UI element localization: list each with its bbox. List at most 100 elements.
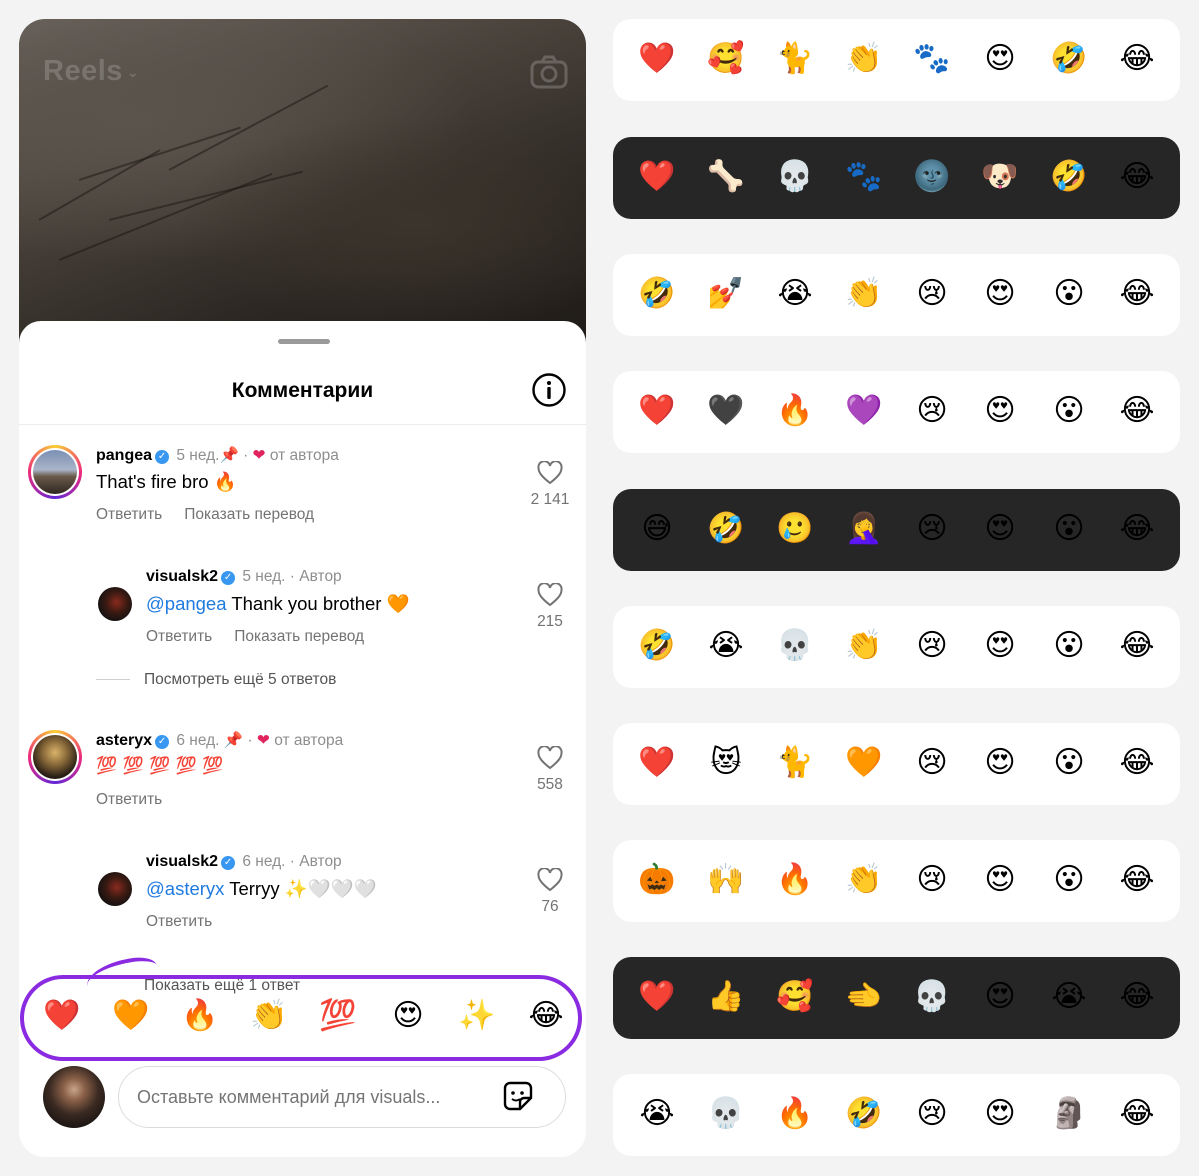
info-icon[interactable] xyxy=(531,372,567,408)
reaction-emoji[interactable]: 🥰 xyxy=(773,977,817,1017)
reaction-emoji[interactable]: 🫲 xyxy=(842,977,886,1017)
reaction-emoji[interactable]: 😢 xyxy=(910,1094,954,1134)
like-button[interactable]: 76 xyxy=(520,868,580,916)
like-button[interactable]: 215 xyxy=(520,583,580,631)
reaction-emoji[interactable]: 😂 xyxy=(1115,743,1159,783)
reaction-emoji[interactable]: 😅 xyxy=(635,509,679,549)
reaction-emoji[interactable]: 🐾 xyxy=(910,39,954,79)
username[interactable]: visualsk2 xyxy=(146,568,218,585)
reaction-emoji[interactable]: 😍 xyxy=(978,274,1022,314)
reaction-emoji[interactable]: 👏 xyxy=(842,274,886,314)
reaction-emoji[interactable]: 😮 xyxy=(1047,391,1091,431)
avatar[interactable] xyxy=(28,445,82,499)
reaction-emoji[interactable]: 😂 xyxy=(1115,274,1159,314)
reaction-emoji[interactable]: 🎃 xyxy=(635,860,679,900)
reaction-emoji[interactable]: 🥲 xyxy=(773,509,817,549)
reaction-emoji[interactable]: 🐈 xyxy=(773,743,817,783)
username[interactable]: asteryx xyxy=(96,732,152,749)
reels-title[interactable]: Reels ⌄ xyxy=(43,55,139,88)
reaction-emoji[interactable]: 😮 xyxy=(1047,743,1091,783)
reaction-emoji[interactable]: 😂 xyxy=(1115,626,1159,666)
reaction-emoji[interactable]: 🐾 xyxy=(842,157,886,197)
my-avatar[interactable] xyxy=(43,1066,105,1128)
reply-button[interactable]: Ответить xyxy=(96,791,162,808)
reaction-emoji[interactable]: 👍 xyxy=(704,977,748,1017)
reaction-emoji[interactable]: 👏 xyxy=(842,860,886,900)
reaction-emoji[interactable]: 🥰 xyxy=(704,39,748,79)
reaction-emoji[interactable]: 😮 xyxy=(1047,509,1091,549)
reaction-emoji[interactable]: 😭 xyxy=(635,1094,679,1134)
reaction-emoji[interactable]: 😭 xyxy=(773,274,817,314)
reaction-emoji[interactable]: 😍 xyxy=(978,743,1022,783)
reaction-emoji[interactable]: 🤣 xyxy=(1047,39,1091,79)
reaction-emoji[interactable]: 😢 xyxy=(910,274,954,314)
reaction-emoji[interactable]: 😍 xyxy=(978,860,1022,900)
reaction-emoji[interactable]: 😢 xyxy=(910,860,954,900)
reaction-emoji[interactable]: 😂 xyxy=(1115,39,1159,79)
reaction-emoji[interactable]: 😂 xyxy=(1115,860,1159,900)
reaction-emoji[interactable]: 😢 xyxy=(910,509,954,549)
reaction-emoji[interactable]: 😂 xyxy=(1115,509,1159,549)
reaction-emoji[interactable]: 😂 xyxy=(1115,977,1159,1017)
avatar[interactable] xyxy=(28,730,82,784)
reaction-emoji[interactable]: 💀 xyxy=(910,977,954,1017)
reaction-emoji[interactable]: 🤣 xyxy=(635,626,679,666)
reaction-emoji[interactable]: 😮 xyxy=(1047,274,1091,314)
reaction-emoji[interactable]: 😍 xyxy=(978,977,1022,1017)
reaction-emoji[interactable]: 😍 xyxy=(978,39,1022,79)
reaction-emoji[interactable]: 🤣 xyxy=(1047,157,1091,197)
reaction-emoji[interactable]: ❤️ xyxy=(635,391,679,431)
sheet-grabber[interactable] xyxy=(278,339,330,344)
reaction-emoji[interactable]: 😭 xyxy=(1047,977,1091,1017)
reaction-emoji[interactable]: ❤️ xyxy=(635,39,679,79)
reaction-emoji[interactable]: 😍 xyxy=(978,391,1022,431)
reaction-emoji[interactable]: 😍 xyxy=(978,626,1022,666)
reaction-emoji[interactable]: 👏 xyxy=(842,39,886,79)
reaction-emoji[interactable]: 💅 xyxy=(704,274,748,314)
reaction-emoji[interactable]: 😮 xyxy=(1047,626,1091,666)
like-button[interactable]: 558 xyxy=(520,746,580,794)
reaction-emoji[interactable]: 💀 xyxy=(773,626,817,666)
reaction-emoji[interactable]: 🤦‍♀️ xyxy=(842,509,886,549)
show-translation-button[interactable]: Показать перевод xyxy=(234,628,364,645)
reaction-emoji[interactable]: 🔥 xyxy=(773,391,817,431)
reaction-emoji[interactable]: 🤣 xyxy=(842,1094,886,1134)
reaction-emoji[interactable]: 😍 xyxy=(978,509,1022,549)
reaction-emoji[interactable]: 💜 xyxy=(842,391,886,431)
avatar[interactable] xyxy=(98,872,132,906)
reaction-emoji[interactable]: 🔥 xyxy=(773,1094,817,1134)
reaction-emoji[interactable]: 👏 xyxy=(842,626,886,666)
username[interactable]: pangea xyxy=(96,447,152,464)
reaction-emoji[interactable]: 🖤 xyxy=(704,391,748,431)
reply-button[interactable]: Ответить xyxy=(146,628,212,645)
reaction-emoji[interactable]: 🐶 xyxy=(978,157,1022,197)
reaction-emoji[interactable]: 😢 xyxy=(910,391,954,431)
reaction-emoji[interactable]: 🤣 xyxy=(704,509,748,549)
reaction-emoji[interactable]: 🔥 xyxy=(773,860,817,900)
reaction-emoji[interactable]: 😂 xyxy=(1115,157,1159,197)
reaction-emoji[interactable]: 🗿 xyxy=(1047,1094,1091,1134)
username[interactable]: visualsk2 xyxy=(146,853,218,870)
reaction-emoji[interactable]: 🤣 xyxy=(635,274,679,314)
reaction-emoji[interactable]: 😂 xyxy=(1115,1094,1159,1134)
sticker-icon[interactable] xyxy=(500,1078,536,1114)
reaction-emoji[interactable]: 💀 xyxy=(704,1094,748,1134)
reaction-emoji[interactable]: 🧡 xyxy=(842,743,886,783)
show-translation-button[interactable]: Показать перевод xyxy=(184,506,314,523)
camera-icon[interactable] xyxy=(530,55,568,89)
reaction-emoji[interactable]: 😭 xyxy=(704,626,748,666)
reaction-emoji[interactable]: 😂 xyxy=(1115,391,1159,431)
reaction-emoji[interactable]: 😢 xyxy=(910,626,954,666)
like-button[interactable]: 2 141 xyxy=(520,461,580,509)
reaction-emoji[interactable]: 🐈 xyxy=(773,39,817,79)
reaction-emoji[interactable]: 💀 xyxy=(773,157,817,197)
reaction-emoji[interactable]: 😻 xyxy=(704,743,748,783)
reply-button[interactable]: Ответить xyxy=(146,913,212,930)
reaction-emoji[interactable]: 🦴 xyxy=(704,157,748,197)
reaction-emoji[interactable]: 🌚 xyxy=(910,157,954,197)
comment-input[interactable] xyxy=(118,1066,566,1128)
reaction-emoji[interactable]: 😮 xyxy=(1047,860,1091,900)
reaction-emoji[interactable]: 😍 xyxy=(978,1094,1022,1134)
reel-video-background[interactable]: Reels ⌄ xyxy=(19,19,586,359)
reaction-emoji[interactable]: 😢 xyxy=(910,743,954,783)
